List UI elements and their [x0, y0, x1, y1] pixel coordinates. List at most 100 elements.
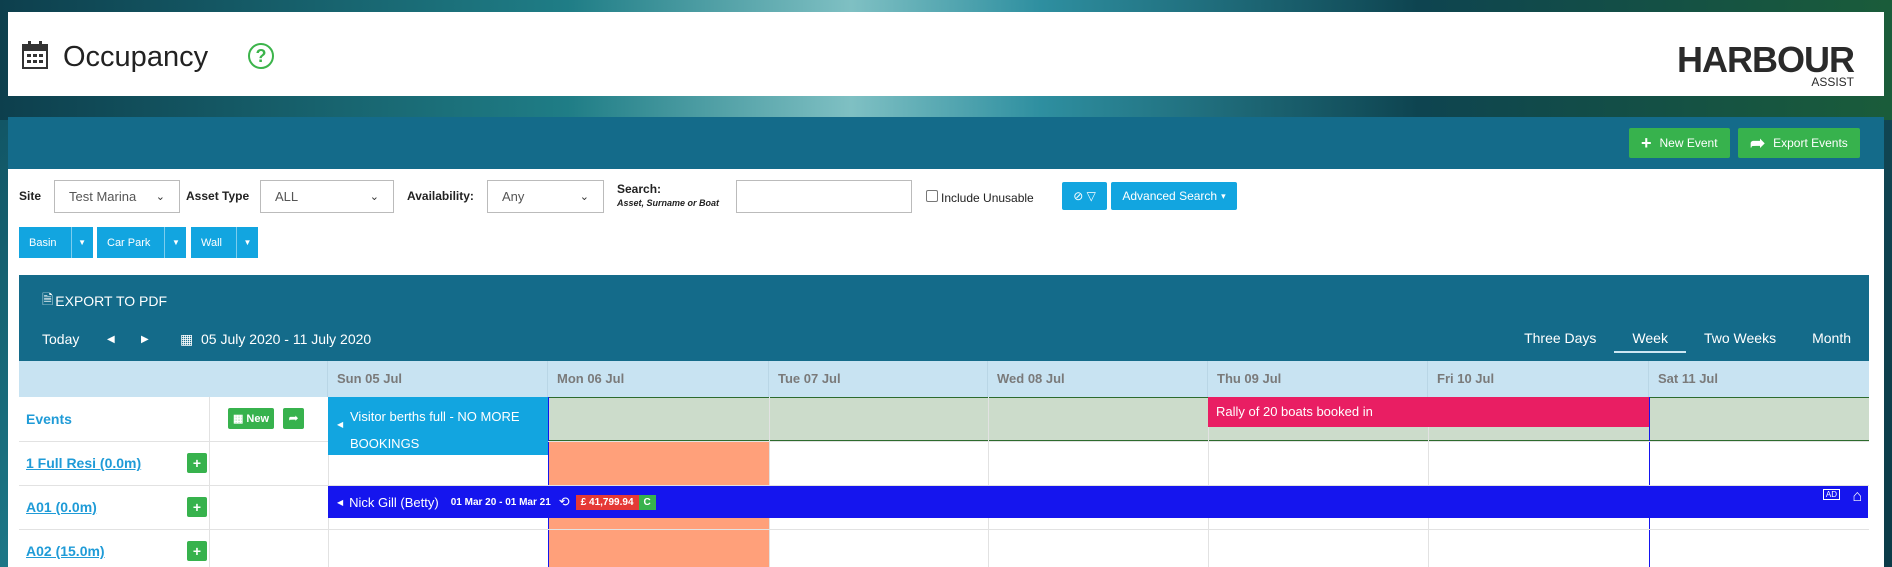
plus-icon: + [1641, 132, 1652, 153]
add-booking-button[interactable]: + [187, 453, 207, 473]
left-arrow-icon: ◀ [337, 497, 344, 507]
caret-down-icon: ▼ [235, 227, 258, 258]
event-title: Visitor berths full - NO MORE BOOKINGS [350, 409, 520, 451]
harbour-assist-logo: HARBOUR ASSIST [1677, 39, 1855, 89]
asset-type-value: ALL [275, 189, 299, 204]
next-icon[interactable]: ▶ [141, 334, 149, 345]
booking-bar[interactable]: ◀ Nick Gill (Betty) 01 Mar 20 - 01 Mar 2… [328, 486, 1868, 518]
booking-dates: 01 Mar 20 - 01 Mar 21 [450, 496, 551, 508]
add-booking-button[interactable]: + [187, 541, 207, 561]
row-label-asset[interactable]: 1 Full Resi (0.0m) [19, 455, 209, 471]
export-pdf-label: EXPORT TO PDF [55, 293, 168, 309]
day-header: Mon 06 Jul [548, 361, 769, 397]
day-header: Fri 10 Jul [1428, 361, 1649, 397]
row-label-asset[interactable]: A02 (15.0m) [19, 543, 209, 559]
day-header: Sat 11 Jul [1649, 361, 1869, 397]
grid-line [769, 397, 770, 567]
grid-line [19, 441, 1869, 442]
availability-value: Any [502, 189, 525, 204]
recurring-icon: ⟲ [558, 494, 570, 509]
view-switcher: Three Days Week Two Weeks Month [1506, 323, 1869, 353]
home-icon: ⌂ [1852, 488, 1862, 505]
calendar-header: 🗎 EXPORT TO PDF Today ◀ ▶ ▦ 05 July 2020… [19, 275, 1869, 361]
search-label: Search: [617, 182, 662, 196]
calendar-small-icon[interactable]: ▦ [180, 331, 193, 348]
clear-filter-button[interactable]: ⊘ ▽ [1062, 182, 1107, 210]
event-bar[interactable]: ◀ Visitor berths full - NO MORE BOOKINGS [328, 397, 548, 455]
search-hint: Asset, Surname or Boat [617, 198, 720, 208]
group-label: Car Park [107, 236, 151, 249]
search-input[interactable] [736, 180, 912, 213]
event-title: Rally of 20 boats booked in [1216, 404, 1373, 419]
new-event-label: New Event [1659, 136, 1718, 150]
view-month[interactable]: Month [1794, 323, 1869, 353]
calendar: 🗎 EXPORT TO PDF Today ◀ ▶ ▦ 05 July 2020… [19, 275, 1869, 567]
day-header: Sun 05 Jul [328, 361, 548, 397]
calendar-grid: Sun 05 Jul Mon 06 Jul Tue 07 Jul Wed 08 … [19, 361, 1869, 567]
asset-type-select[interactable]: ALL ⌄ [260, 180, 394, 213]
row-label-asset[interactable]: A01 (0.0m) [19, 499, 209, 515]
grid-line [209, 397, 210, 567]
group-label: Wall [201, 236, 222, 249]
share-icon: ➦ [1750, 132, 1766, 153]
booking-code: C [638, 494, 656, 510]
asset-type-label: Asset Type [186, 189, 250, 203]
events-new-button[interactable]: ▦ New [228, 408, 275, 429]
grid-line [548, 397, 549, 567]
export-pdf-button[interactable]: 🗎 EXPORT TO PDF [42, 289, 167, 313]
logo-main: HARBOUR [1677, 39, 1855, 80]
panel-toolbar: + New Event ➦ Export Events [8, 117, 1884, 169]
main-panel: + New Event ➦ Export Events Site Test Ma… [8, 117, 1884, 567]
group-label: Basin [29, 236, 57, 249]
site-label: Site [19, 189, 42, 203]
day-header: Thu 09 Jul [1208, 361, 1428, 397]
view-two-weeks[interactable]: Two Weeks [1686, 323, 1794, 353]
grid-line [19, 529, 1869, 530]
calendar-icon [22, 41, 48, 69]
group-dropdown-wall[interactable]: Wall ▼ [191, 227, 258, 258]
grid-line [1649, 397, 1650, 567]
advanced-search-label: Advanced Search [1122, 189, 1218, 203]
ad-icon: AD [1822, 489, 1840, 500]
group-dropdown-car-park[interactable]: Car Park ▼ [97, 227, 187, 258]
caret-down-icon: ▼ [164, 227, 186, 258]
caret-down-icon: ▼ [70, 227, 93, 258]
include-unusable-label: Include Unusable [941, 191, 1034, 205]
grid-line [988, 397, 989, 567]
view-week[interactable]: Week [1614, 323, 1686, 353]
help-icon[interactable]: ? [248, 43, 274, 69]
row-label-events: Events [26, 411, 72, 427]
pdf-icon: 🗎 [42, 291, 54, 307]
date-range: 05 July 2020 - 11 July 2020 [201, 331, 372, 347]
chevron-down-icon: ▾ [1221, 190, 1226, 201]
export-events-button[interactable]: ➦ Export Events [1738, 128, 1860, 158]
row-header-blank [19, 361, 328, 397]
new-event-button[interactable]: + New Event [1629, 128, 1730, 158]
today-button[interactable]: Today [42, 331, 79, 347]
view-three-days[interactable]: Three Days [1506, 323, 1614, 353]
export-events-label: Export Events [1773, 136, 1848, 150]
day-header: Wed 08 Jul [988, 361, 1208, 397]
event-bar[interactable]: Rally of 20 boats booked in [1208, 397, 1649, 427]
prev-icon[interactable]: ◀ [107, 334, 115, 345]
chevron-down-icon: ⌄ [579, 191, 589, 203]
availability-label: Availability: [407, 189, 474, 203]
booking-name: Nick Gill (Betty) [349, 494, 439, 510]
site-value: Test Marina [69, 189, 137, 204]
availability-select[interactable]: Any ⌄ [487, 180, 604, 213]
day-header: Tue 07 Jul [769, 361, 988, 397]
page-header: Occupancy ? HARBOUR ASSIST [8, 12, 1884, 96]
group-dropdown-basin[interactable]: Basin ▼ [19, 227, 93, 258]
calendar-plus-icon: ▦ [233, 413, 244, 425]
chevron-down-icon: ⌄ [155, 191, 165, 203]
page-title: Occupancy [63, 41, 209, 73]
add-booking-button[interactable]: + [187, 497, 207, 517]
advanced-search-button[interactable]: Advanced Search ▾ [1111, 182, 1237, 210]
events-export-button[interactable]: ➦ [283, 408, 304, 429]
chevron-down-icon: ⌄ [369, 191, 379, 203]
filter-bar: Site Test Marina ⌄ Asset Type ALL ⌄ Avai… [8, 169, 1884, 279]
booking-amount: £ 41,799.94 [575, 494, 639, 510]
include-unusable-checkbox[interactable] [926, 190, 938, 202]
events-new-label: New [246, 412, 270, 425]
site-select[interactable]: Test Marina ⌄ [54, 180, 180, 213]
